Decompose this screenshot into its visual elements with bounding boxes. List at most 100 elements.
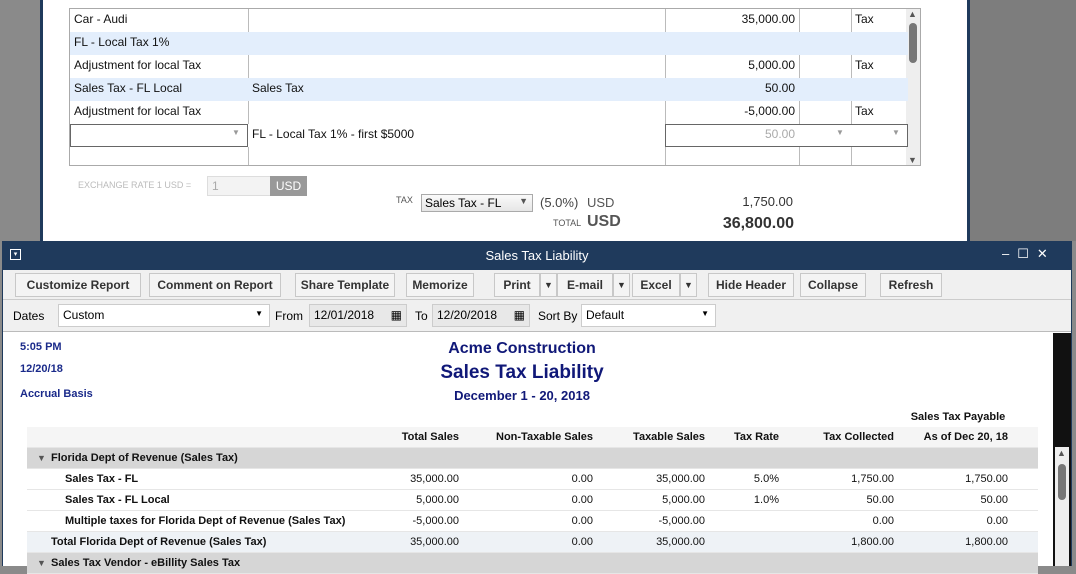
row-value[interactable]: 1,800.00 (898, 532, 1008, 552)
row-value[interactable]: 1.0% (669, 490, 779, 510)
refresh-button[interactable]: Refresh (880, 273, 942, 297)
invoice-line[interactable]: Adjustment for local Tax -5,000.00 Tax (70, 101, 908, 124)
calendar-icon[interactable]: ▦ (514, 308, 525, 322)
row-value[interactable]: 1,750.00 (898, 469, 1008, 489)
row-value[interactable]: 1,750.00 (784, 469, 894, 489)
total-amount: 36,800.00 (722, 215, 794, 232)
email-dropdown-icon[interactable]: ▼ (613, 273, 630, 297)
tax-amount: 1,750.00 (742, 194, 793, 209)
from-date-input[interactable]: 12/01/2018 ▦ (309, 304, 407, 327)
collapse-triangle-icon[interactable]: ▼ (37, 448, 46, 468)
tax-item-select[interactable]: Sales Tax - FL ▼ (421, 194, 533, 212)
row-value[interactable]: 5,000.00 (349, 490, 459, 510)
invoice-line[interactable]: Car - Audi 35,000.00 Tax (70, 9, 908, 32)
report-title: Sales Tax Liability (440, 362, 604, 383)
chevron-down-icon[interactable]: ▼ (232, 128, 240, 137)
row-value[interactable]: 0.00 (483, 490, 593, 510)
excel-dropdown-icon[interactable]: ▼ (680, 273, 697, 297)
report-row[interactable]: Multiple taxes for Florida Dept of Reven… (27, 511, 1038, 532)
report-row[interactable]: Sales Tax - FL Local 5,000.00 0.00 5,000.00… (27, 490, 1038, 511)
column-header[interactable]: Non-Taxable Sales (483, 427, 593, 447)
sortby-select[interactable]: Default ▼ (581, 304, 716, 327)
line-item[interactable]: Car - Audi (70, 9, 248, 32)
sortby-value: Default (586, 308, 625, 322)
line-tax[interactable]: Tax (851, 55, 908, 78)
report-window: Sales Tax Liability ▾ –☐✕ Customize Repo… (2, 241, 1072, 574)
line-description[interactable] (248, 101, 665, 124)
line-item[interactable]: Sales Tax - FL Local (70, 78, 248, 101)
line-item[interactable]: Adjustment for local Tax (70, 101, 248, 124)
report-row[interactable]: Sales Tax - FL 35,000.00 0.00 35,000.00 5.0%… (27, 469, 1038, 490)
excel-button[interactable]: Excel (632, 273, 680, 297)
chevron-down-icon[interactable]: ▼ (836, 128, 844, 137)
invoice-line[interactable]: FL - Local Tax 1% - first $5000 50.00 ▼ ▼… (70, 124, 908, 147)
group-florida-dept[interactable]: ▼ Florida Dept of Revenue (Sales Tax) (27, 448, 1038, 469)
row-value[interactable]: -5,000.00 (595, 511, 705, 531)
line-tax[interactable] (851, 78, 908, 101)
row-value[interactable]: 50.00 (898, 490, 1008, 510)
comment-button[interactable]: Comment on Report (149, 273, 281, 297)
report-row[interactable]: Total Florida Dept of Revenue (Sales Tax… (27, 532, 1038, 553)
email-button[interactable]: E-mail (557, 273, 613, 297)
row-value[interactable]: 35,000.00 (349, 469, 459, 489)
row-value[interactable]: 0.00 (483, 511, 593, 531)
row-value[interactable]: 0.00 (898, 511, 1008, 531)
line-item[interactable]: Adjustment for local Tax (70, 55, 248, 78)
collapse-button[interactable]: Collapse (800, 273, 866, 297)
window-menu-icon[interactable]: ▾ (10, 249, 21, 260)
line-description[interactable] (248, 55, 665, 78)
hide-header-button[interactable]: Hide Header (708, 273, 794, 297)
column-header[interactable]: Tax Collected (784, 427, 894, 447)
print-dropdown-icon[interactable]: ▼ (540, 273, 557, 297)
line-amount[interactable]: 50.00 (665, 78, 799, 101)
from-date-value: 12/01/2018 (314, 308, 375, 322)
invoice-line[interactable]: FL - Local Tax 1% (70, 32, 908, 55)
memorize-button[interactable]: Memorize (406, 273, 474, 297)
column-header[interactable]: As of Dec 20, 18 (898, 427, 1008, 447)
company-name: Acme Construction (448, 340, 596, 357)
exchange-rate-input[interactable]: 1 (207, 176, 271, 196)
window-controls[interactable]: –☐✕ (1002, 246, 1056, 262)
invoice-line[interactable]: Adjustment for local Tax 5,000.00 Tax (70, 55, 908, 78)
line-item[interactable]: FL - Local Tax 1% (70, 32, 248, 55)
customize-button[interactable]: Customize Report (15, 273, 141, 297)
row-label: Sales Tax - FL (65, 473, 139, 485)
row-value[interactable]: -5,000.00 (349, 511, 459, 531)
report-scrollbar[interactable]: ▲ (1055, 447, 1069, 566)
line-tax[interactable]: Tax (851, 101, 908, 124)
share-button[interactable]: Share Template (295, 273, 395, 297)
line-amount[interactable]: 5,000.00 (665, 55, 799, 78)
exchange-currency: USD (270, 176, 307, 196)
group-sales-tax-vendor[interactable]: ▼ Sales Tax Vendor - eBillity Sales Tax (27, 553, 1038, 574)
line-description[interactable]: FL - Local Tax 1% - first $5000 (248, 124, 665, 147)
row-value[interactable]: 35,000.00 (595, 532, 705, 552)
line-amount[interactable]: 35,000.00 (665, 9, 799, 32)
collapse-triangle-icon[interactable]: ▼ (37, 553, 46, 573)
to-date-input[interactable]: 12/20/2018 ▦ (432, 304, 530, 327)
row-label: Total Florida Dept of Revenue (Sales Tax… (51, 536, 267, 548)
line-tax[interactable]: Tax (851, 9, 908, 32)
row-value[interactable]: 1,800.00 (784, 532, 894, 552)
exchange-rate-label: EXCHANGE RATE 1 USD = (78, 180, 192, 190)
line-tax[interactable] (851, 32, 908, 55)
row-value[interactable]: 0.00 (483, 469, 593, 489)
column-header[interactable]: Total Sales (349, 427, 459, 447)
chevron-down-icon[interactable]: ▼ (892, 128, 900, 137)
line-description[interactable] (248, 32, 665, 55)
row-value[interactable]: 0.00 (784, 511, 894, 531)
print-button[interactable]: Print (494, 273, 540, 297)
line-description[interactable] (248, 9, 665, 32)
row-value[interactable]: 35,000.00 (349, 532, 459, 552)
row-value[interactable]: 50.00 (784, 490, 894, 510)
column-header[interactable]: Tax Rate (669, 427, 779, 447)
row-value[interactable]: 0.00 (483, 532, 593, 552)
line-amount[interactable]: -5,000.00 (665, 101, 799, 124)
row-value[interactable]: 5.0% (669, 469, 779, 489)
invoice-line[interactable]: Sales Tax - FL Local Sales Tax 50.00 (70, 78, 908, 101)
dates-select[interactable]: Custom ▼ (58, 304, 270, 327)
line-amount[interactable] (665, 32, 799, 55)
chevron-down-icon: ▼ (701, 309, 709, 318)
calendar-icon[interactable]: ▦ (391, 308, 402, 322)
line-description[interactable]: Sales Tax (248, 78, 665, 101)
grid-scrollbar[interactable]: ▲ ▼ (906, 9, 920, 165)
